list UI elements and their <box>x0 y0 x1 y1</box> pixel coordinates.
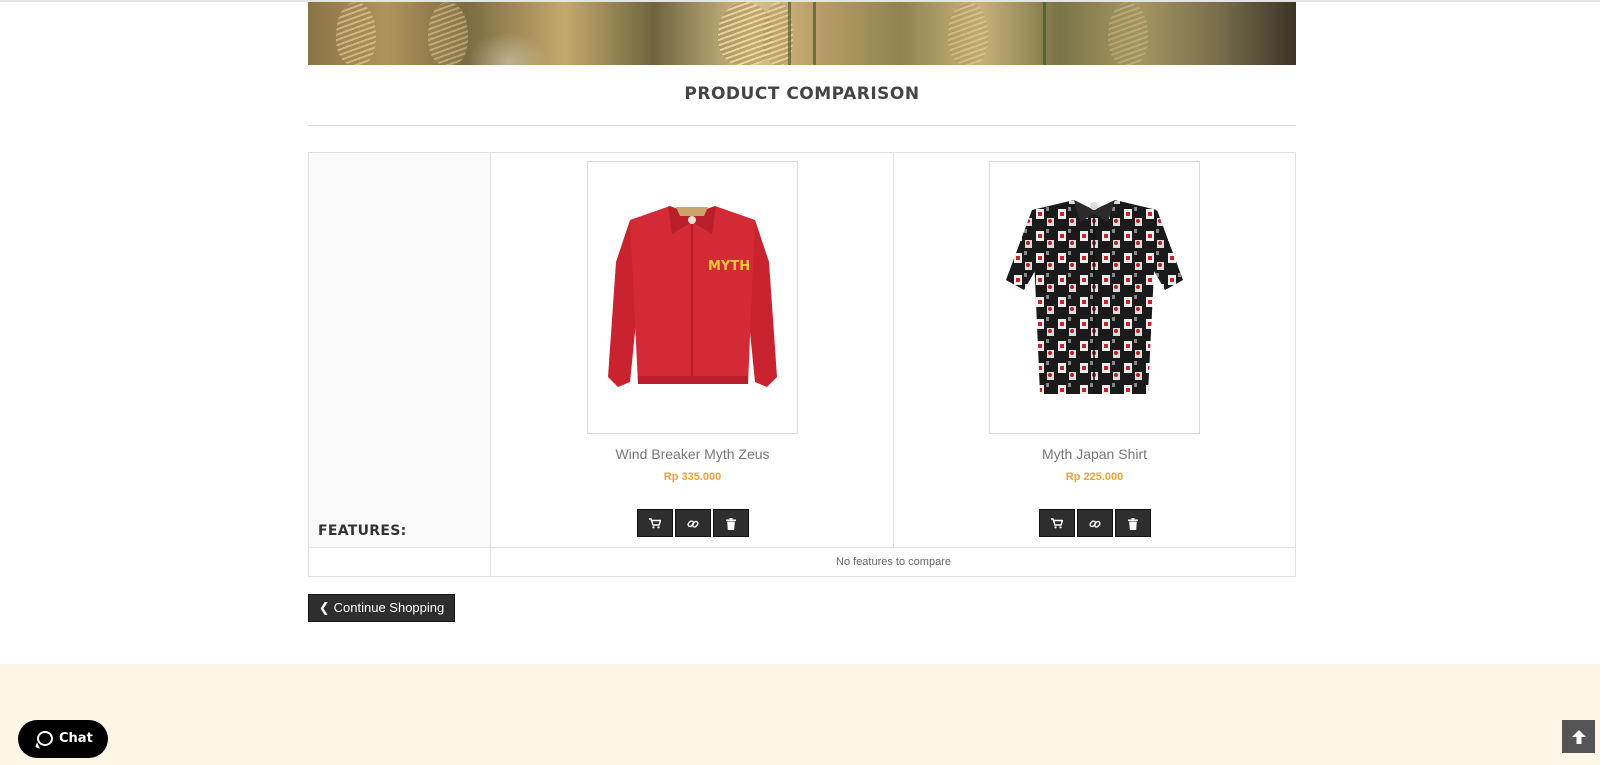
view-product-button[interactable] <box>674 509 711 537</box>
label-column: FEATURES: <box>309 153 491 547</box>
remove-product-button[interactable] <box>712 509 749 537</box>
chat-label: Chat <box>59 731 93 746</box>
product-image-link[interactable] <box>989 161 1200 434</box>
product-actions <box>894 509 1295 537</box>
page-title: PRODUCT COMPARISON <box>684 84 920 104</box>
cart-icon <box>648 518 661 529</box>
link-icon <box>1088 520 1101 528</box>
red-jacket-image: MYTH <box>608 206 777 387</box>
patterned-shirt-image <box>1006 200 1183 394</box>
scroll-to-top-button[interactable] <box>1562 720 1595 753</box>
title-divider <box>308 125 1296 126</box>
view-product-button[interactable] <box>1076 509 1113 537</box>
footer <box>0 664 1600 765</box>
remove-product-button[interactable] <box>1114 509 1151 537</box>
chevron-left-icon: ❮ <box>318 600 330 615</box>
continue-shopping-label: Continue Shopping <box>333 600 445 615</box>
product-actions <box>492 509 893 537</box>
product-image-link[interactable]: MYTH <box>587 161 798 434</box>
comparison-table: FEATURES: MYTH Wind Breaker Myth Zeus Rp… <box>308 152 1296 577</box>
product-column-2: Myth Japan Shirt Rp 225.000 <box>894 153 1295 547</box>
add-to-cart-button[interactable] <box>1038 509 1075 537</box>
trash-icon <box>725 517 736 530</box>
features-row-label-cell <box>309 548 491 576</box>
product-name[interactable]: Myth Japan Shirt <box>894 446 1295 462</box>
cart-icon <box>1050 518 1063 529</box>
no-features-message: No features to compare <box>836 556 951 568</box>
product-column-1: MYTH Wind Breaker Myth Zeus Rp 335.000 <box>492 153 894 547</box>
features-label: FEATURES: <box>318 523 407 539</box>
link-icon <box>686 520 699 528</box>
arrow-up-icon <box>1571 730 1586 745</box>
chat-bubble-icon <box>37 731 53 746</box>
product-price: Rp 225.000 <box>1065 471 1124 483</box>
trash-icon <box>1127 517 1138 530</box>
product-name[interactable]: Wind Breaker Myth Zeus <box>492 446 893 462</box>
header-banner-image <box>308 2 1296 65</box>
continue-shopping-button[interactable]: ❮ Continue Shopping <box>308 594 455 622</box>
chat-button[interactable]: Chat <box>18 720 108 758</box>
product-price: Rp 335.000 <box>663 471 722 483</box>
svg-text:MYTH: MYTH <box>708 259 750 274</box>
add-to-cart-button[interactable] <box>636 509 673 537</box>
